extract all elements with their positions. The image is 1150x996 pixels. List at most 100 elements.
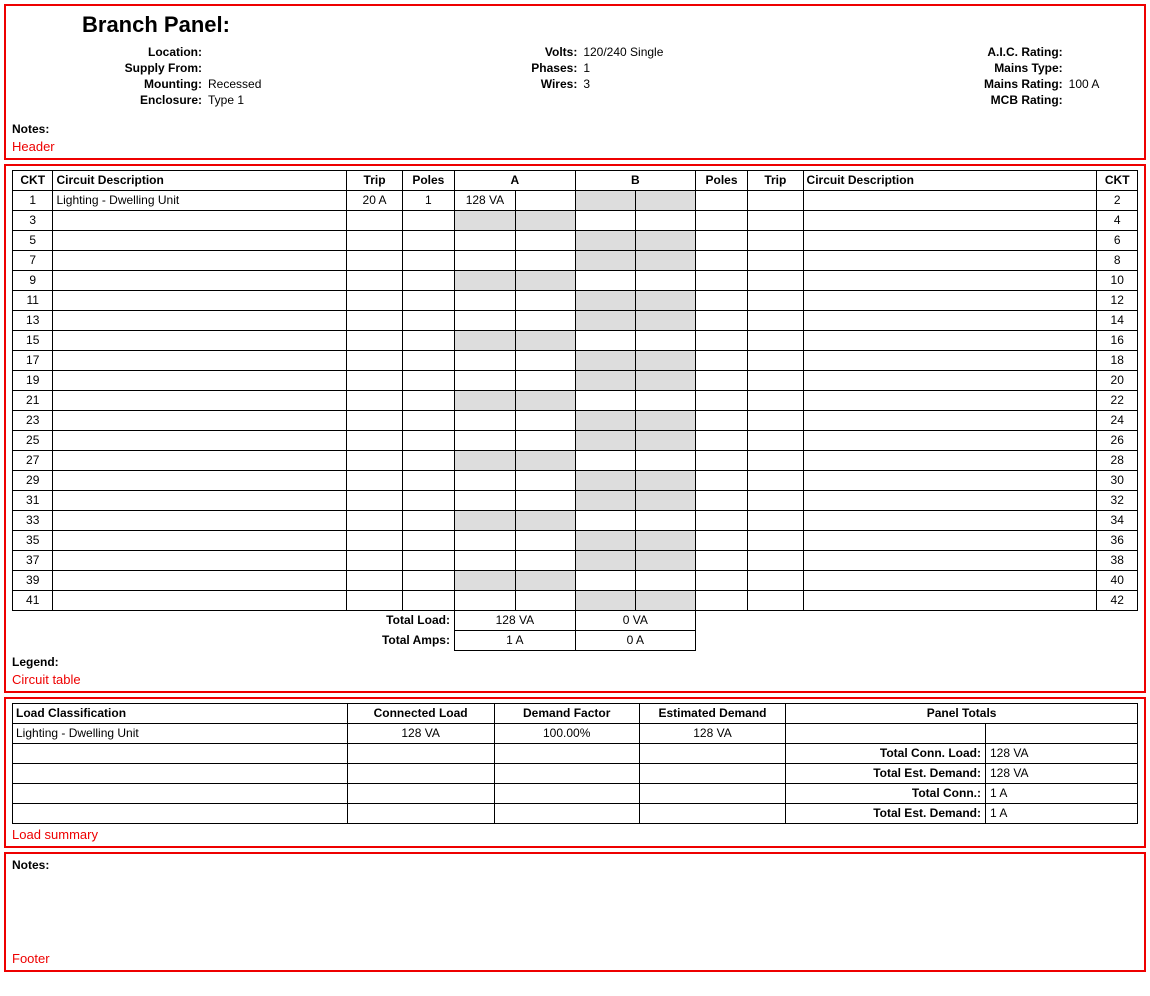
ls-ed <box>639 804 785 824</box>
ckt-right: 12 <box>1097 291 1138 311</box>
desc-right <box>803 311 1097 331</box>
phase-b1 <box>575 331 635 351</box>
poles-left <box>402 511 454 531</box>
poles-left <box>402 531 454 551</box>
trip-right <box>748 451 803 471</box>
trip-left <box>347 311 402 331</box>
page-title: Branch Panel: <box>12 10 1138 44</box>
desc-left <box>53 211 347 231</box>
th-trip-r: Trip <box>748 171 803 191</box>
trip-right <box>748 291 803 311</box>
phases-label: Phases: <box>387 61 583 75</box>
phase-a2 <box>515 451 575 471</box>
phase-b1 <box>575 451 635 471</box>
legend-label: Legend: <box>12 651 1138 669</box>
ckt-right: 42 <box>1097 591 1138 611</box>
trip-left <box>347 231 402 251</box>
th-ckt-r: CKT <box>1097 171 1138 191</box>
ls-conn <box>347 784 494 804</box>
phase-a2 <box>515 551 575 571</box>
poles-right <box>695 371 747 391</box>
ckt-left: 5 <box>13 231 53 251</box>
phase-a2 <box>515 291 575 311</box>
phase-b2 <box>635 571 695 591</box>
phase-b2 <box>635 591 695 611</box>
total-load-label: Total Load: <box>13 611 455 631</box>
phase-b1 <box>575 571 635 591</box>
poles-left <box>402 491 454 511</box>
ckt-right: 36 <box>1097 531 1138 551</box>
table-row: 2122 <box>13 391 1138 411</box>
table-row: 3738 <box>13 551 1138 571</box>
desc-right <box>803 531 1097 551</box>
phase-b2 <box>635 231 695 251</box>
section-label-footer: Footer <box>12 951 50 966</box>
poles-right <box>695 291 747 311</box>
trip-left <box>347 531 402 551</box>
ls-conn <box>347 764 494 784</box>
ckt-right: 24 <box>1097 411 1138 431</box>
section-label-header: Header <box>12 139 55 154</box>
ckt-left: 13 <box>13 311 53 331</box>
th-a: A <box>454 171 575 191</box>
footer-notes-label: Notes: <box>12 858 1138 872</box>
ckt-left: 39 <box>13 571 53 591</box>
ckt-left: 27 <box>13 451 53 471</box>
phase-a2 <box>515 531 575 551</box>
ckt-left: 1 <box>13 191 53 211</box>
desc-left <box>53 271 347 291</box>
phase-a1 <box>454 311 515 331</box>
desc-right <box>803 291 1097 311</box>
trip-left <box>347 271 402 291</box>
table-row: 2526 <box>13 431 1138 451</box>
ckt-right: 6 <box>1097 231 1138 251</box>
phase-a2 <box>515 331 575 351</box>
desc-left <box>53 551 347 571</box>
ckt-left: 3 <box>13 211 53 231</box>
desc-right <box>803 471 1097 491</box>
ls-df <box>494 804 639 824</box>
ckt-right: 34 <box>1097 511 1138 531</box>
mains-type-label: Mains Type: <box>763 61 1069 75</box>
poles-left <box>402 211 454 231</box>
trip-right <box>748 231 803 251</box>
phase-a2 <box>515 591 575 611</box>
trip-right <box>748 551 803 571</box>
phase-a1 <box>454 231 515 251</box>
trip-right <box>748 331 803 351</box>
trip-left <box>347 251 402 271</box>
trip-right <box>748 271 803 291</box>
total-amps-label: Total Amps: <box>13 631 455 651</box>
ls-class <box>13 804 348 824</box>
mounting-value: Recessed <box>208 77 261 91</box>
trip-right <box>748 211 803 231</box>
phase-a1 <box>454 431 515 451</box>
desc-right <box>803 251 1097 271</box>
ls-conn: 128 VA <box>347 724 494 744</box>
header-columns: Location: Supply From: Mounting:Recessed… <box>12 44 1138 108</box>
table-row: 23 24 <box>13 411 1138 431</box>
wires-value: 3 <box>583 77 590 91</box>
trip-right <box>748 391 803 411</box>
phase-a1 <box>454 571 515 591</box>
trip-right <box>748 191 803 211</box>
phase-b1 <box>575 411 635 431</box>
table-row: 3132 <box>13 491 1138 511</box>
ls-ed <box>639 744 785 764</box>
desc-left <box>53 411 347 431</box>
trip-left <box>347 591 402 611</box>
panel-total-label: Total Est. Demand: <box>786 764 986 784</box>
panel-total-value: 128 VA <box>986 764 1138 784</box>
desc-left <box>53 531 347 551</box>
volts-value: 120/240 Single <box>583 45 663 59</box>
panel-total-label: Total Conn.: <box>786 784 986 804</box>
poles-right <box>695 231 747 251</box>
phase-b1 <box>575 551 635 571</box>
panel-total-value <box>986 724 1138 744</box>
ckt-left: 23 <box>13 411 53 431</box>
poles-left <box>402 471 454 491</box>
table-row: 3940 <box>13 571 1138 591</box>
desc-left: Lighting - Dwelling Unit <box>53 191 347 211</box>
phase-a1 <box>454 551 515 571</box>
phase-a1 <box>454 471 515 491</box>
